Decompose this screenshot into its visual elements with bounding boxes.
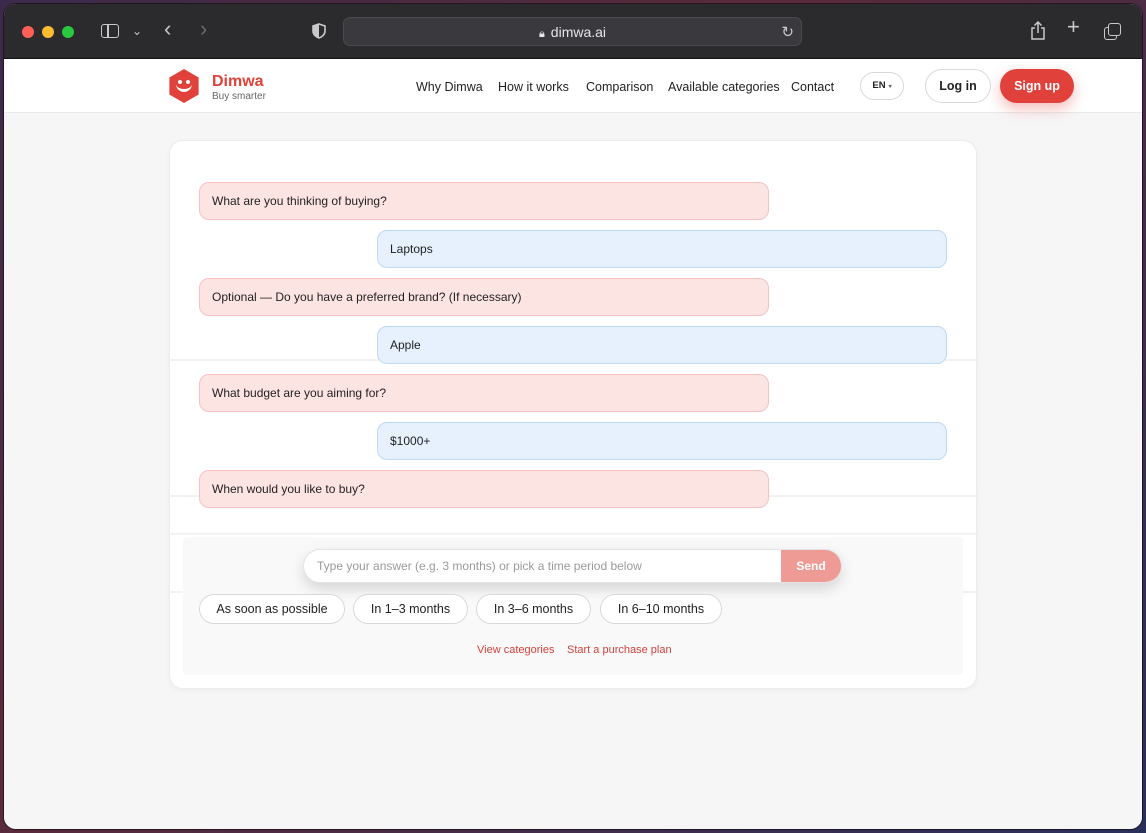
nav-available-categories[interactable]: Available categories [668,80,780,94]
chevron-down-icon[interactable]: ⌄ [132,23,142,39]
brand-name[interactable]: Dimwa [212,73,264,91]
answer-bubble: $1000+ [377,422,947,460]
nav-contact[interactable]: Contact [791,80,834,94]
question-bubble: Optional — Do you have a preferred brand… [199,278,769,316]
nav-comparison[interactable]: Comparison [586,80,653,94]
caret-down-icon: ▾ [888,84,892,90]
reload-icon[interactable]: ↻ [781,23,794,41]
minimize-window-button[interactable] [42,26,54,38]
language-value: EN [872,80,886,91]
answer-bubble: Apple [377,326,947,364]
back-icon[interactable]: ‹ [164,18,171,40]
answer-composer: Send [303,549,842,583]
url-display: 🔒︎ dimwa.ai [344,24,801,41]
question-bubble: What budget are you aiming for? [199,374,769,412]
option-1-3-months[interactable]: In 1–3 months [353,594,468,624]
zoom-window-button[interactable] [62,26,74,38]
brand-tagline: Buy smarter [212,91,266,102]
language-select[interactable]: EN ▾ [860,72,904,100]
browser-window: ⌄ ‹ › 🔒︎ dimwa.ai ↻ + Dimwa Buy smarter [4,4,1142,829]
card-divider [169,533,977,535]
question-bubble: When would you like to buy? [199,470,769,508]
question-bubble: What are you thinking of buying? [199,182,769,220]
browser-toolbar: ⌄ ‹ › 🔒︎ dimwa.ai ↻ + [4,4,1142,59]
share-icon[interactable] [1030,20,1046,42]
option-asap[interactable]: As soon as possible [199,594,345,624]
lock-icon: 🔒︎ [538,28,545,40]
sidebar-icon[interactable] [101,24,119,38]
nav-how-it-works[interactable]: How it works [498,80,569,94]
new-tab-icon[interactable]: + [1067,16,1080,38]
site-header: Dimwa Buy smarter Why Dimwa How it works… [4,59,1142,113]
web-page: Dimwa Buy smarter Why Dimwa How it works… [4,59,1142,829]
send-button[interactable]: Send [781,550,841,582]
dimwa-logo-icon[interactable] [169,69,199,103]
answer-bubble: Laptops [377,230,947,268]
address-bar[interactable]: 🔒︎ dimwa.ai ↻ [343,17,802,46]
option-6-10-months[interactable]: In 6–10 months [600,594,722,624]
url-text: dimwa.ai [550,24,607,40]
tab-overview-icon[interactable] [1104,23,1121,40]
close-window-button[interactable] [22,26,34,38]
answer-input[interactable] [304,550,782,582]
nav-why-dimwa[interactable]: Why Dimwa [416,80,483,94]
start-purchase-plan-link[interactable]: Start a purchase plan [567,644,672,656]
option-3-6-months[interactable]: In 3–6 months [476,594,591,624]
forward-icon[interactable]: › [200,18,207,40]
view-categories-link[interactable]: View categories [477,644,554,656]
logo-smile [176,83,192,92]
login-button[interactable]: Log in [925,69,991,103]
signup-button[interactable]: Sign up [1000,69,1074,103]
shield-icon[interactable] [312,23,326,43]
